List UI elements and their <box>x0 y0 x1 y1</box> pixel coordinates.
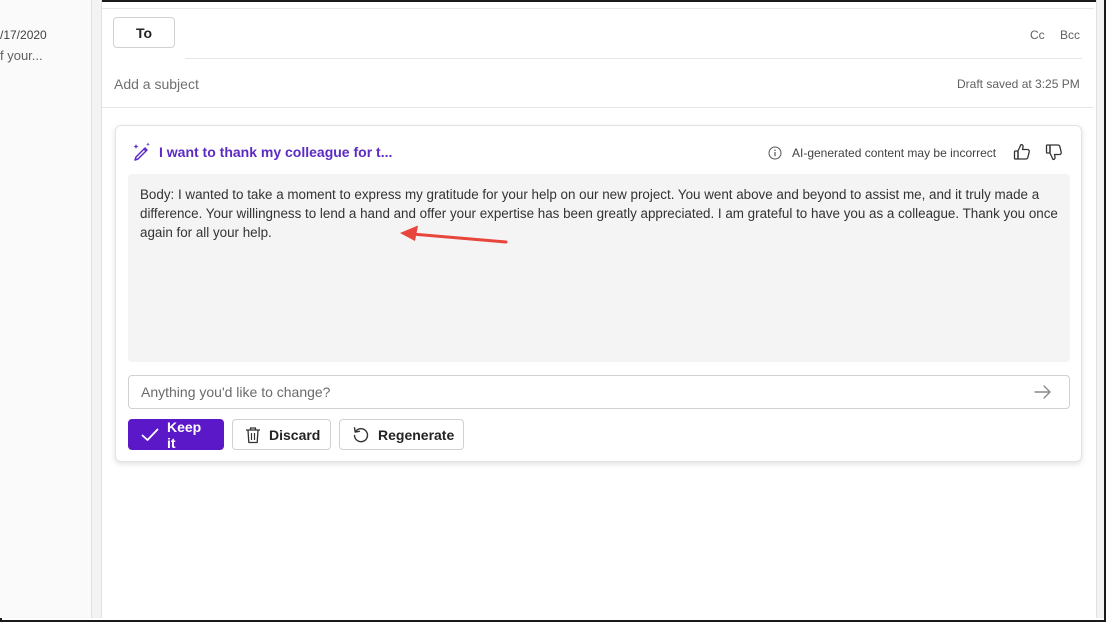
ai-disclaimer: AI-generated content may be incorrect <box>792 146 997 160</box>
pane-divider <box>92 0 102 618</box>
info-icon <box>768 146 782 160</box>
regenerate-button[interactable]: Regenerate <box>339 419 464 450</box>
divider <box>102 8 1094 9</box>
subject-underline <box>102 107 1094 108</box>
bcc-button[interactable]: Bcc <box>1060 28 1080 42</box>
generated-body-box: Body: I wanted to take a moment to expre… <box>128 174 1070 362</box>
regenerate-label: Regenerate <box>378 426 455 443</box>
trash-icon <box>246 426 260 443</box>
regenerate-icon <box>353 426 369 442</box>
subject-input[interactable]: Add a subject <box>114 76 199 92</box>
thumbs-up-icon[interactable] <box>1011 141 1033 163</box>
message-date: /17/2020 <box>0 28 47 42</box>
right-edge-strip <box>1096 0 1104 618</box>
generated-body-text: Body: I wanted to take a moment to expre… <box>140 187 1058 240</box>
send-arrow-icon[interactable] <box>1033 383 1053 401</box>
cc-button[interactable]: Cc <box>1030 28 1045 42</box>
change-request-input[interactable] <box>128 375 1070 409</box>
copilot-draft-card: I want to thank my colleague for t... AI… <box>115 125 1082 462</box>
draft-status: Draft saved at 3:25 PM <box>957 77 1080 91</box>
message-preview[interactable]: f your... <box>0 48 43 63</box>
keep-it-button[interactable]: Keep it <box>128 418 224 451</box>
thumbs-down-icon[interactable] <box>1043 141 1065 163</box>
discard-label: Discard <box>269 426 321 443</box>
message-list-pane: /17/2020 f your... <box>0 0 92 618</box>
to-button[interactable]: To <box>113 17 175 48</box>
annotation-arrow-icon <box>400 225 508 244</box>
keep-it-label: Keep it <box>167 418 202 451</box>
copilot-pen-icon <box>133 142 150 161</box>
to-field-underline <box>185 58 1082 59</box>
discard-button[interactable]: Discard <box>232 419 331 450</box>
prompt-title[interactable]: I want to thank my colleague for t... <box>159 144 392 160</box>
checkmark-icon <box>141 428 159 441</box>
